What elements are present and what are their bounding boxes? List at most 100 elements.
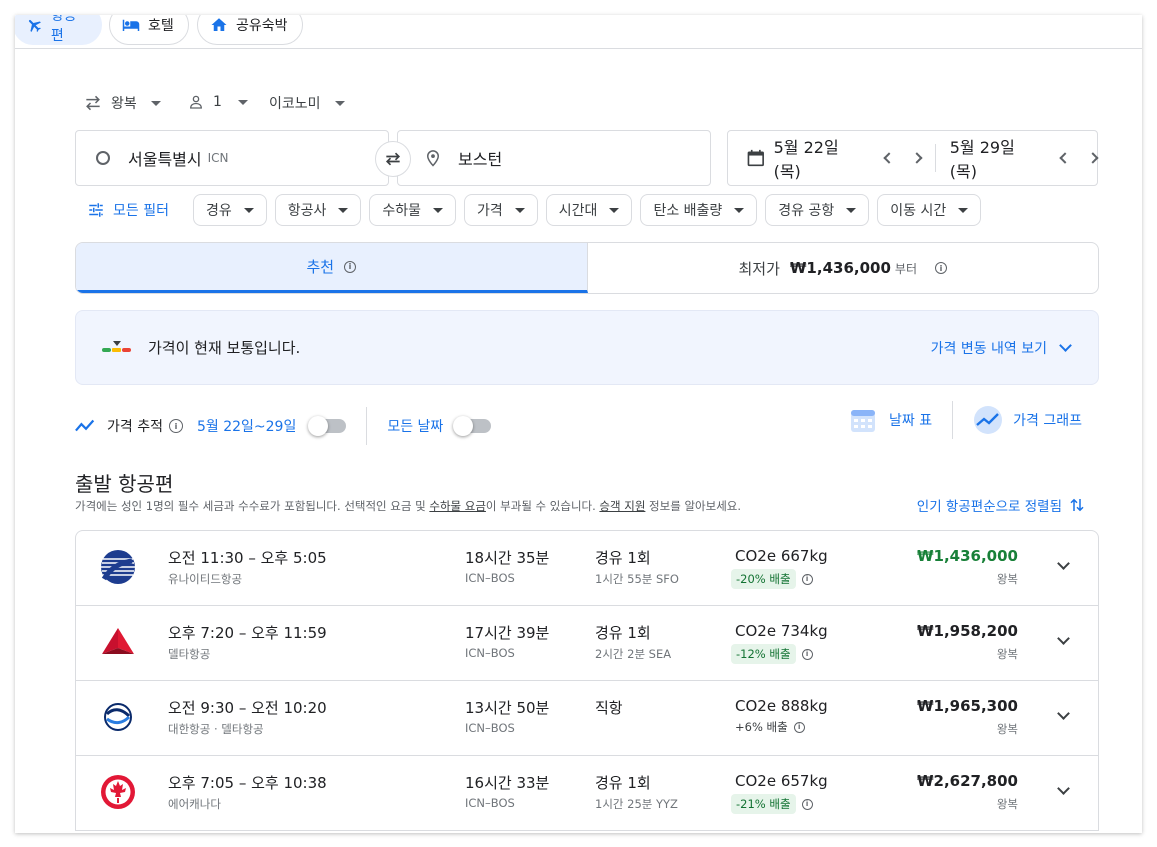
person-icon [190, 95, 202, 109]
co2-emissions: CO2e 888kg [735, 697, 828, 715]
tab-flights[interactable]: 항공편 [15, 15, 102, 45]
depart-prev-chevron-icon[interactable] [883, 152, 895, 164]
expand-chevron-icon[interactable] [1057, 782, 1070, 795]
info-icon[interactable]: i [168, 419, 183, 433]
tracking-label: 가격 추적 [107, 419, 163, 435]
layover-info: 1시간 55분 SFO [595, 572, 679, 586]
price-history-link[interactable]: 가격 변동 내역 보기 [931, 338, 1072, 358]
filter-airlines[interactable]: 항공사 [274, 194, 362, 226]
flight-stops: 경유 1회 [595, 774, 651, 792]
return-date[interactable]: 5월 29일 (목) [950, 134, 1046, 182]
filter-stops[interactable]: 경유 [192, 194, 267, 226]
price-graph-button[interactable]: 가격 그래프 [973, 405, 1082, 435]
emission-comparison: -21% 배출 i [731, 794, 813, 814]
swap-locations-button[interactable] [375, 141, 411, 177]
passenger-assistance-link[interactable]: 승객 지원 [599, 499, 645, 513]
united-logo-icon [101, 550, 135, 584]
chip-label: 시간대 [558, 203, 598, 219]
cheapest-suffix: 부터 [894, 261, 917, 276]
info-icon[interactable]: i [793, 721, 805, 733]
note-text: 정보를 알아보세요. [645, 499, 742, 513]
flight-price: ₩1,958,200 [916, 622, 1018, 640]
date-range-toggle[interactable] [308, 416, 347, 436]
expand-chevron-icon[interactable] [1057, 632, 1070, 645]
info-icon[interactable]: i [344, 260, 357, 273]
filter-connecting-airports[interactable]: 경유 공항 [765, 194, 870, 226]
tab-recommended[interactable]: 추천 i [76, 243, 588, 293]
passenger-select[interactable]: 1 [187, 93, 248, 111]
chevron-down-icon [338, 207, 349, 213]
layover-info: 1시간 25분 YYZ [595, 797, 678, 811]
flight-row[interactable]: 오후 7:20 – 오후 11:59 델타항공 17시간 39분 ICN–BOS… [76, 606, 1098, 681]
flights-page: 항공편 호텔 공유숙박 왕복 1 이코노미 서울특별시 ICN 보스턴 5월 2… [15, 15, 1142, 833]
return-next-chevron-icon[interactable] [1087, 152, 1099, 164]
all-dates-toggle[interactable] [453, 416, 492, 436]
filter-emissions[interactable]: 탄소 배출량 [640, 194, 758, 226]
co2-emissions: CO2e 657kg [735, 772, 828, 790]
depart-next-chevron-icon[interactable] [911, 152, 923, 164]
top-tabs: 항공편 호텔 공유숙박 [15, 15, 1142, 59]
flight-stops: 경유 1회 [595, 549, 651, 567]
chevron-down-icon [334, 100, 345, 106]
flight-price: ₩2,627,800 [916, 772, 1018, 790]
tab-vacation-rentals[interactable]: 공유숙박 [197, 15, 303, 45]
trip-type-select[interactable]: 왕복 [83, 93, 161, 113]
cabin-class-select[interactable]: 이코노미 [269, 93, 345, 113]
flight-times: 오전 11:30 – 오후 5:05 [168, 549, 327, 567]
flight-row[interactable]: 오전 11:30 – 오후 5:05 유나이티드항공 18시간 35분 ICN–… [76, 531, 1098, 606]
location-pin-icon [426, 150, 440, 167]
expand-chevron-icon[interactable] [1057, 707, 1070, 720]
flight-row[interactable]: 오전 9:30 – 오전 10:20 대한항공 · 델타항공 13시간 50분 … [76, 681, 1098, 756]
all-filters-button[interactable]: 모든 필터 [75, 200, 169, 220]
info-icon[interactable]: i [801, 648, 813, 660]
chevron-down-icon [237, 99, 248, 105]
depart-date-field[interactable]: 5월 22일 (목) [746, 134, 869, 182]
date-range-input: 5월 22일 (목) 5월 29일 (목) [727, 130, 1099, 186]
tab-cheapest[interactable]: 최저가 ₩1,436,000 부터 i [588, 243, 1099, 293]
cabin-class-value: 이코노미 [269, 96, 321, 112]
sort-by-button[interactable]: 인기 항공편순으로 정렬됨 [917, 495, 1086, 515]
emission-badge: -20% 배출 [731, 569, 796, 589]
tab-recommended-label: 추천 [306, 258, 335, 276]
flight-duration: 17시간 39분 [465, 624, 550, 642]
info-icon[interactable]: i [935, 262, 947, 274]
departures-note: 가격에는 성인 1명의 필수 세금과 수수료가 포함됩니다. 선택적인 요금 및… [75, 498, 741, 514]
filter-price[interactable]: 가격 [464, 194, 538, 226]
info-icon[interactable]: i [801, 798, 813, 810]
price-type: 왕복 [996, 572, 1018, 586]
date-grid-icon [851, 410, 876, 432]
flight-times: 오후 7:20 – 오후 11:59 [168, 624, 327, 642]
cheapest-price: ₩1,436,000 [789, 259, 891, 277]
swap-arrows-icon [86, 95, 100, 111]
price-insight-message: 가격이 현재 보통입니다. [148, 339, 301, 357]
departures-title: 출발 항공편 [75, 472, 174, 496]
chip-label: 수하물 [382, 203, 422, 219]
emission-badge: -12% 배출 [731, 644, 796, 664]
co2-emissions: CO2e 734kg [735, 622, 828, 640]
date-grid-label: 날짜 표 [889, 413, 933, 429]
flight-route: ICN–BOS [465, 721, 515, 735]
info-icon[interactable]: i [801, 573, 813, 585]
tab-hotels[interactable]: 호텔 [109, 15, 189, 45]
swap-icon [385, 152, 401, 166]
origin-circle-icon [96, 151, 110, 165]
flight-route: ICN–BOS [465, 571, 515, 585]
filter-times[interactable]: 시간대 [545, 194, 633, 226]
filter-bar: 모든 필터 경유 항공사 수하물 가격 시간대 탄소 배출량 경유 공항 이동 … [75, 194, 982, 226]
return-prev-chevron-icon[interactable] [1059, 152, 1071, 164]
filter-duration[interactable]: 이동 시간 [877, 194, 982, 226]
destination-input[interactable]: 보스턴 [397, 130, 711, 186]
chevron-down-icon [433, 207, 444, 213]
flight-row[interactable]: 오후 7:05 – 오후 10:38 에어캐나다 16시간 33분 ICN–BO… [76, 756, 1098, 831]
chevron-down-icon [958, 207, 969, 213]
calendar-icon [747, 149, 764, 167]
date-grid-button[interactable]: 날짜 표 [849, 406, 932, 434]
expand-chevron-icon[interactable] [1057, 557, 1070, 570]
baggage-fees-link[interactable]: 수하물 요금 [429, 499, 486, 513]
airline-name: 유나이티드항공 [168, 572, 243, 586]
top-divider [15, 48, 1142, 49]
filter-bags[interactable]: 수하물 [369, 194, 457, 226]
origin-input[interactable]: 서울특별시 ICN [75, 130, 389, 186]
passenger-count: 1 [213, 94, 222, 110]
chip-label: 가격 [477, 203, 503, 219]
